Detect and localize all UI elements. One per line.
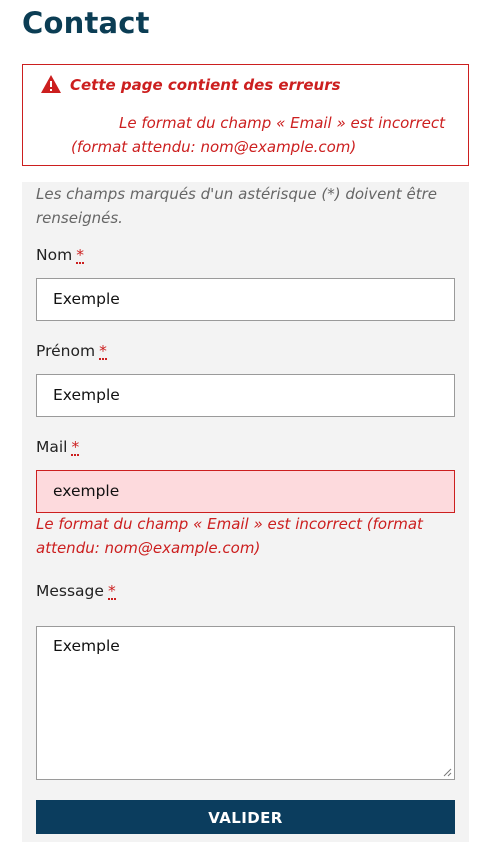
required-marker: * [71, 438, 80, 456]
prenom-input[interactable]: Exemple [36, 374, 455, 417]
mail-label-text: Mail [36, 438, 68, 456]
page-title: Contact [22, 6, 150, 40]
nom-label-text: Nom [36, 246, 73, 264]
message-textarea[interactable]: Exemple [36, 626, 455, 780]
message-textarea-value: Exemple [53, 637, 120, 655]
mail-error-message: Le format du champ « Email » est incorre… [36, 515, 423, 557]
message-label: Message * [36, 582, 116, 600]
contact-form: Les champs marqués d'un astérisque (*) d… [22, 182, 469, 842]
error-summary: Cette page contient des erreurs Le forma… [22, 64, 469, 166]
required-marker: * [76, 246, 84, 264]
submit-button[interactable]: VALIDER [36, 800, 455, 834]
required-marker: * [99, 342, 107, 360]
mail-input[interactable]: exemple [36, 470, 455, 513]
warning-triangle-icon [41, 75, 61, 93]
nom-label: Nom * [36, 246, 84, 264]
mail-label: Mail * [36, 438, 80, 456]
required-marker: * [107, 582, 116, 600]
message-label-text: Message [36, 582, 104, 600]
nom-input[interactable]: Exemple [36, 278, 455, 321]
required-fields-note: Les champs marqués d'un astérisque (*) d… [36, 185, 437, 227]
prenom-label: Prénom * [36, 342, 107, 360]
resize-grip-icon[interactable] [443, 768, 452, 777]
error-summary-link[interactable]: Le format du champ « Email » est incorre… [71, 111, 463, 159]
prenom-label-text: Prénom [36, 342, 96, 360]
error-summary-title: Cette page contient des erreurs [70, 76, 341, 94]
